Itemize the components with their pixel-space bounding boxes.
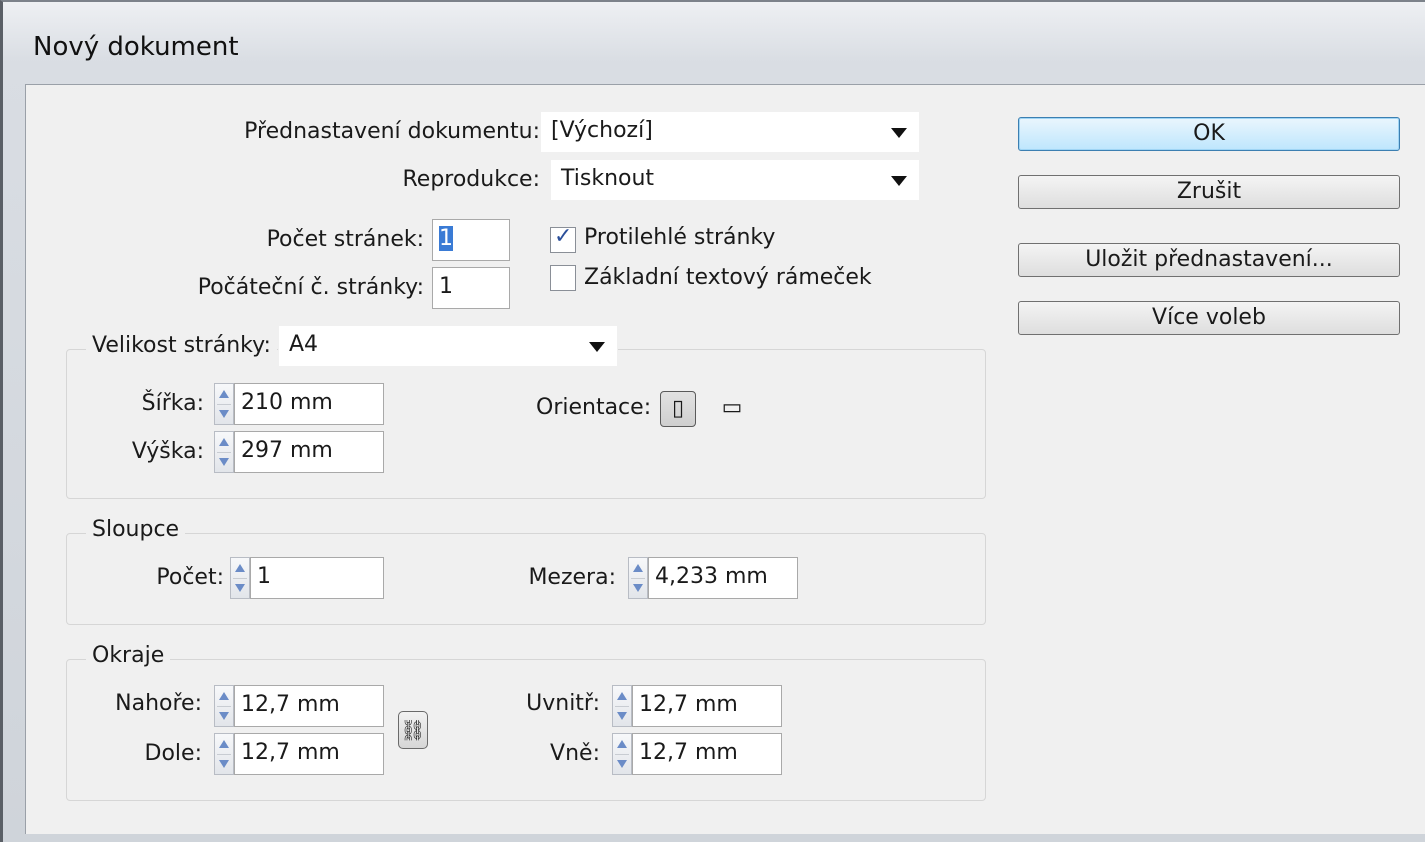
page-size-label: Velikost stránky: [86, 333, 277, 358]
chevron-down-icon [891, 128, 907, 138]
arrow-up-icon [633, 564, 643, 572]
arrow-down-icon [617, 712, 627, 720]
height-label: Výška: [131, 439, 204, 464]
width-stepper[interactable] [214, 383, 234, 425]
dialog-window: Nový dokument Přednastavení dokumentu: [… [0, 0, 1425, 842]
start-page-input[interactable]: 1 [432, 267, 510, 309]
preset-value: [Výchozí] [551, 118, 653, 143]
arrow-up-icon [235, 564, 245, 572]
arrow-up-icon [219, 438, 229, 446]
gutter-input[interactable]: 4,233 mm [648, 557, 798, 599]
orientation-label: Orientace: [536, 395, 652, 420]
margin-outside-stepper[interactable] [612, 733, 632, 775]
margin-outside-value: 12,7 mm [639, 740, 738, 765]
margin-bottom-input[interactable]: 12,7 mm [234, 733, 384, 775]
arrow-up-icon [219, 692, 229, 700]
chevron-down-icon [589, 342, 605, 352]
chevron-down-icon [891, 176, 907, 186]
ok-button[interactable]: OK [1018, 117, 1400, 151]
margins-group [66, 659, 986, 801]
arrow-down-icon [219, 410, 229, 418]
page-size-value: A4 [289, 332, 319, 357]
window-title: Nový dokument [33, 32, 239, 62]
gutter-stepper[interactable] [628, 557, 648, 599]
margin-bottom-stepper[interactable] [214, 733, 234, 775]
save-preset-button[interactable]: Uložit přednastavení... [1018, 243, 1400, 277]
arrow-down-icon [219, 712, 229, 720]
page-count-value: 1 [439, 226, 453, 251]
margin-inside-label: Uvnitř: [526, 691, 600, 716]
landscape-orientation-icon[interactable]: ▭ [714, 391, 750, 427]
arrow-up-icon [617, 692, 627, 700]
preset-label: Přednastavení dokumentu: [244, 119, 540, 144]
margin-bottom-label: Dole: [144, 741, 202, 766]
margins-legend: Okraje [86, 643, 171, 668]
start-page-label: Počáteční č. stránky: [197, 275, 424, 300]
margin-inside-input[interactable]: 12,7 mm [632, 685, 782, 727]
margin-outside-label: Vně: [550, 741, 600, 766]
portrait-orientation-icon[interactable]: ▯ [660, 391, 696, 427]
dialog-client: Přednastavení dokumentu: [Výchozí] Repro… [25, 84, 1425, 834]
page-size-group [66, 349, 986, 499]
margin-top-value: 12,7 mm [241, 692, 340, 717]
margin-top-label: Nahoře: [115, 691, 202, 716]
checkmark-icon: ✓ [554, 224, 573, 249]
arrow-up-icon [617, 740, 627, 748]
page-size-select[interactable]: A4 [278, 325, 618, 367]
arrow-down-icon [219, 760, 229, 768]
start-page-value: 1 [439, 274, 453, 299]
column-count-label: Počet: [156, 565, 224, 590]
arrow-down-icon [235, 584, 245, 592]
margin-top-stepper[interactable] [214, 685, 234, 727]
arrow-up-icon [219, 740, 229, 748]
arrow-down-icon [633, 584, 643, 592]
height-stepper[interactable] [214, 431, 234, 473]
margin-top-input[interactable]: 12,7 mm [234, 685, 384, 727]
height-value: 297 mm [241, 438, 333, 463]
margin-inside-value: 12,7 mm [639, 692, 738, 717]
arrow-up-icon [219, 390, 229, 398]
more-options-button[interactable]: Více voleb [1018, 301, 1400, 335]
margin-bottom-value: 12,7 mm [241, 740, 340, 765]
arrow-down-icon [617, 760, 627, 768]
page-count-label: Počet stránek: [266, 227, 424, 252]
height-input[interactable]: 297 mm [234, 431, 384, 473]
cancel-button[interactable]: Zrušit [1018, 175, 1400, 209]
intent-label: Reprodukce: [402, 167, 540, 192]
gutter-value: 4,233 mm [655, 564, 768, 589]
columns-legend: Sloupce [86, 517, 186, 542]
facing-pages-label: Protilehlé stránky [584, 225, 776, 250]
gutter-label: Mezera: [528, 565, 616, 590]
width-value: 210 mm [241, 390, 333, 415]
width-label: Šířka: [141, 391, 204, 416]
master-text-frame-checkbox[interactable] [550, 265, 576, 291]
intent-select[interactable]: Tisknout [550, 159, 920, 201]
intent-value: Tisknout [561, 166, 655, 191]
width-input[interactable]: 210 mm [234, 383, 384, 425]
link-margins-icon[interactable]: ⛓ [398, 711, 428, 749]
margin-inside-stepper[interactable] [612, 685, 632, 727]
margin-outside-input[interactable]: 12,7 mm [632, 733, 782, 775]
arrow-down-icon [219, 458, 229, 466]
page-count-input[interactable]: 1 [432, 219, 510, 261]
facing-pages-checkbox[interactable]: ✓ [550, 224, 576, 253]
column-count-value: 1 [257, 564, 271, 589]
master-text-frame-label: Základní textový rámeček [584, 265, 872, 290]
preset-select[interactable]: [Výchozí] [540, 111, 920, 153]
column-count-input[interactable]: 1 [250, 557, 384, 599]
column-count-stepper[interactable] [230, 557, 250, 599]
